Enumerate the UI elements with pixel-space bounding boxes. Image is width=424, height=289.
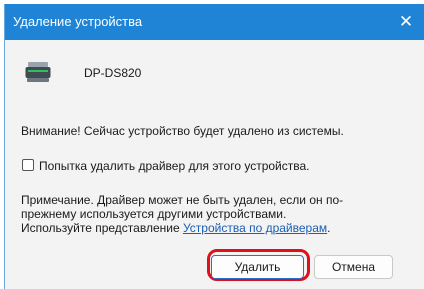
window-title: Удаление устройства <box>13 14 143 29</box>
checkbox-label: Попытка удалить драйвер для этого устрой… <box>39 159 310 173</box>
checkbox-box[interactable] <box>22 159 34 171</box>
printer-scanner-icon <box>25 62 51 82</box>
close-button[interactable]: ✕ <box>387 4 424 40</box>
note-line-2: прежнему используется другими устройства… <box>21 207 287 221</box>
delete-button[interactable]: Удалить <box>211 255 304 279</box>
warning-text: Внимание! Сейчас устройство будет удален… <box>21 124 344 138</box>
device-name: DP-DS820 <box>84 66 142 80</box>
cancel-button[interactable]: Отмена <box>314 255 393 279</box>
devices-by-driver-link[interactable]: Устройства по драйверам <box>183 221 327 235</box>
note-line-3: Используйте представление Устройства по … <box>21 221 343 235</box>
remove-device-dialog: Удаление устройства ✕ DP-DS820 Внимание!… <box>4 4 424 289</box>
note-line-3-suffix: . <box>327 221 331 235</box>
close-icon: ✕ <box>398 12 414 31</box>
driver-note: Примечание. Драйвер может не быть удален… <box>21 193 343 235</box>
title-bar: Удаление устройства ✕ <box>5 4 424 40</box>
note-line-1: Примечание. Драйвер может не быть удален… <box>21 193 344 207</box>
note-line-3-prefix: Используйте представление <box>21 221 183 235</box>
